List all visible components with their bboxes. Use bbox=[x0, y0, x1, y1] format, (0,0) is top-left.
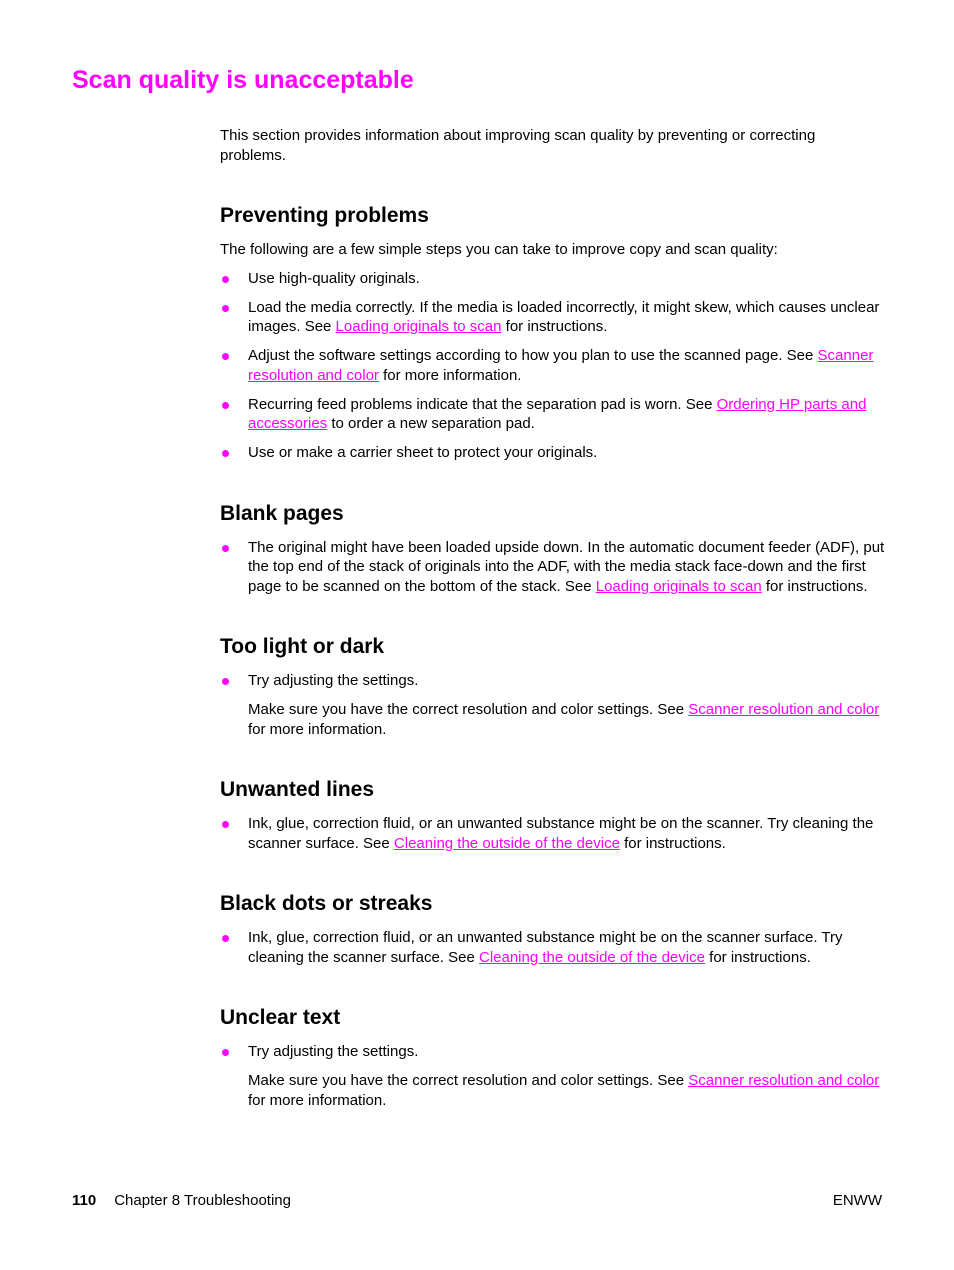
section-heading: Unwanted lines bbox=[220, 778, 375, 801]
sub-paragraph: Make sure you have the correct resolutio… bbox=[248, 701, 880, 738]
bullet-icon bbox=[222, 935, 229, 942]
main-content: This section provides information about … bbox=[220, 126, 885, 1148]
bullet-list: Ink, glue, correction fluid, or an unwan… bbox=[220, 814, 885, 853]
section-blank-pages: Blank pages The original might have been… bbox=[220, 501, 885, 597]
bullet-icon bbox=[222, 450, 229, 457]
link-scanner-resolution[interactable]: Scanner resolution and color bbox=[688, 701, 879, 718]
section-preventing-problems: Preventing problems The following are a … bbox=[220, 203, 885, 463]
page-footer: 110 Chapter 8 Troubleshooting ENWW bbox=[72, 1192, 882, 1209]
list-item: Try adjusting the settings. bbox=[220, 671, 885, 691]
page-number: 110 bbox=[72, 1192, 97, 1209]
bullet-list: Try adjusting the settings. bbox=[220, 1042, 885, 1062]
section-heading: Unclear text bbox=[220, 1006, 341, 1029]
link-scanner-resolution[interactable]: Scanner resolution and color bbox=[688, 1072, 879, 1089]
list-item: Ink, glue, correction fluid, or an unwan… bbox=[220, 928, 885, 967]
link-cleaning-outside[interactable]: Cleaning the outside of the device bbox=[479, 949, 705, 966]
section-lead: The following are a few simple steps you… bbox=[220, 241, 778, 258]
bullet-icon bbox=[222, 353, 229, 360]
section-unwanted-lines: Unwanted lines Ink, glue, correction flu… bbox=[220, 777, 885, 853]
list-item: Adjust the software settings according t… bbox=[220, 346, 885, 385]
bullet-icon bbox=[222, 544, 229, 552]
section-unclear-text: Unclear text Try adjusting the settings.… bbox=[220, 1005, 885, 1110]
list-item: Load the media correctly. If the media i… bbox=[220, 298, 885, 337]
link-loading-originals[interactable]: Loading originals to scan bbox=[596, 578, 762, 595]
page-title: Scan quality is unacceptable bbox=[72, 66, 414, 94]
bullet-list: The original might have been loaded upsi… bbox=[220, 538, 885, 597]
list-item: Recurring feed problems indicate that th… bbox=[220, 395, 885, 434]
chapter-label: Chapter 8 Troubleshooting bbox=[114, 1192, 291, 1209]
footer-right-label: ENWW bbox=[832, 1192, 882, 1209]
bullet-icon bbox=[222, 1049, 229, 1056]
bullet-list: Use high-quality originals. Load the med… bbox=[220, 269, 885, 463]
list-item: The original might have been loaded upsi… bbox=[220, 538, 885, 597]
section-too-light-or-dark: Too light or dark Try adjusting the sett… bbox=[220, 634, 885, 739]
bullet-list: Ink, glue, correction fluid, or an unwan… bbox=[220, 928, 885, 967]
intro-paragraph: This section provides information about … bbox=[220, 127, 816, 164]
section-heading: Black dots or streaks bbox=[220, 892, 433, 915]
bullet-icon bbox=[222, 678, 229, 685]
list-item: Use or make a carrier sheet to protect y… bbox=[220, 443, 885, 463]
bullet-icon bbox=[222, 304, 229, 312]
section-heading: Preventing problems bbox=[220, 204, 429, 227]
section-heading: Too light or dark bbox=[220, 635, 385, 658]
section-black-dots: Black dots or streaks Ink, glue, correct… bbox=[220, 891, 885, 967]
list-item: Try adjusting the settings. bbox=[220, 1042, 885, 1062]
list-item: Use high-quality originals. bbox=[220, 269, 885, 289]
list-item: Ink, glue, correction fluid, or an unwan… bbox=[220, 814, 885, 853]
section-heading: Blank pages bbox=[220, 501, 344, 525]
bullet-icon bbox=[222, 401, 229, 409]
link-loading-originals[interactable]: Loading originals to scan bbox=[336, 318, 502, 335]
bullet-icon bbox=[222, 821, 229, 828]
bullet-list: Try adjusting the settings. bbox=[220, 671, 885, 691]
bullet-icon bbox=[222, 275, 229, 283]
sub-paragraph: Make sure you have the correct resolutio… bbox=[248, 1072, 880, 1109]
link-cleaning-outside[interactable]: Cleaning the outside of the device bbox=[394, 835, 620, 852]
